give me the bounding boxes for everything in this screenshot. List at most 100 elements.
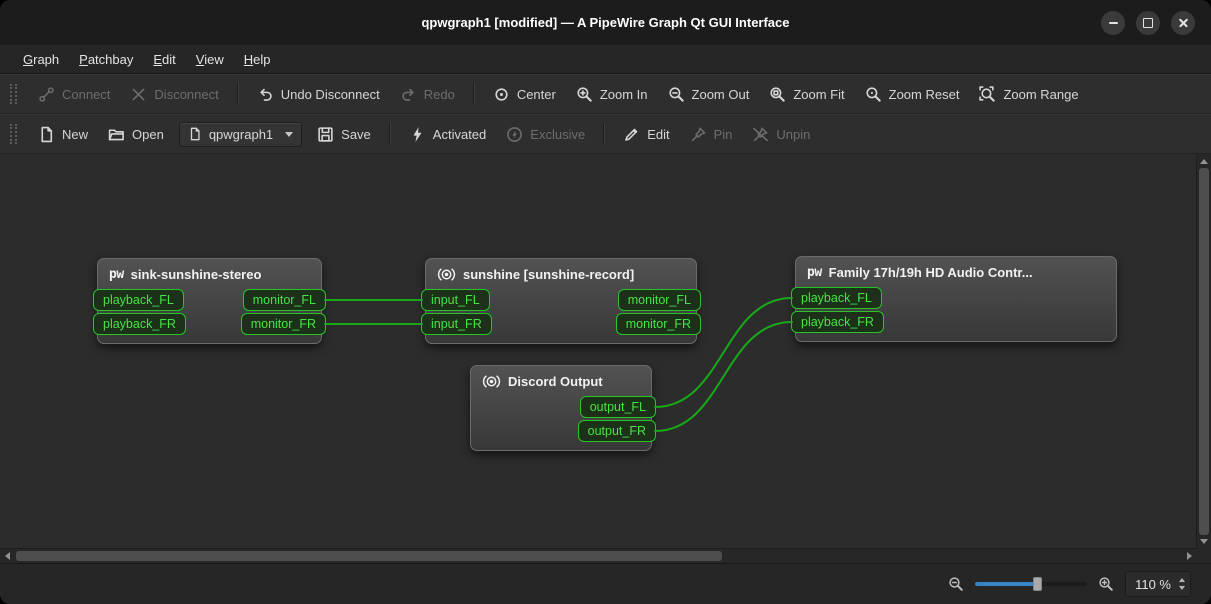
node-family-hd-audio[interactable]: pw Family 17h/19h HD Audio Contr... play… [791, 256, 1117, 342]
open-button[interactable]: Open [99, 120, 173, 149]
graph-toolbar: Connect Disconnect Undo Disconnect Redo … [0, 74, 1211, 114]
node-title: sink-sunshine-stereo [130, 267, 262, 282]
scroll-down-icon[interactable] [1200, 539, 1208, 544]
port-input-fl[interactable]: input_FL [421, 289, 490, 311]
save-label: Save [341, 126, 371, 142]
maximize-icon [1143, 17, 1153, 28]
zoom-reset-label: Zoom Reset [888, 86, 960, 102]
center-label: Center [516, 86, 556, 102]
zoom-in-label: Zoom In [599, 86, 648, 102]
connect-label: Connect [62, 86, 111, 102]
pin-button[interactable]: Pin [681, 120, 742, 149]
disconnect-button[interactable]: Disconnect [121, 80, 227, 109]
save-button[interactable]: Save [308, 120, 380, 149]
zoom-fit-button[interactable]: Zoom Fit [760, 80, 853, 109]
file-icon [190, 127, 200, 141]
port-monitor-fr[interactable]: monitor_FR [615, 313, 701, 335]
toolbar-grip[interactable] [10, 124, 17, 144]
connect-button[interactable]: Connect [29, 80, 119, 109]
activated-button[interactable]: Activated [400, 120, 495, 149]
zoom-out-label: Zoom Out [691, 86, 750, 102]
zoom-spinbox[interactable]: 110 % [1125, 571, 1191, 597]
menu-help[interactable]: Help [235, 48, 280, 71]
zoom-range-button[interactable]: Zoom Range [970, 80, 1087, 109]
port-monitor-fl[interactable]: monitor_FL [617, 289, 701, 311]
patchbay-file-name: qpwgraph1 [208, 126, 274, 142]
zoom-range-label: Zoom Range [1003, 86, 1079, 102]
patchbay-file-combo[interactable]: qpwgraph1 [178, 121, 303, 147]
open-folder-icon [108, 128, 124, 140]
port-monitor-fr[interactable]: monitor_FR [240, 313, 326, 335]
undo-disconnect-button[interactable]: Undo Disconnect [248, 80, 389, 109]
menu-edit[interactable]: Edit [144, 48, 184, 71]
connection-wires [324, 297, 793, 432]
vertical-scrollbar[interactable] [1196, 154, 1211, 549]
zoom-slider-fill [975, 582, 1037, 586]
unpin-button[interactable]: Unpin [743, 120, 819, 149]
title-bar: qpwgraph1 [modified] — A PipeWire Graph … [0, 0, 1211, 45]
horizontal-scrollbar[interactable] [0, 548, 1197, 563]
menu-patchbay[interactable]: Patchbay [70, 48, 142, 71]
spin-down-icon[interactable] [1179, 586, 1185, 590]
zoom-slider-thumb[interactable] [1032, 577, 1042, 591]
exclusive-button[interactable]: Exclusive [497, 120, 594, 149]
pin-label: Pin [713, 126, 733, 142]
port-input-fr[interactable]: input_FR [421, 313, 492, 335]
undo-icon [260, 88, 272, 101]
menu-graph[interactable]: Graph [14, 48, 68, 71]
close-button[interactable] [1171, 10, 1195, 35]
zoom-fit-icon [770, 86, 786, 102]
port-output-fr[interactable]: output_FR [577, 420, 656, 442]
chevron-down-icon [285, 131, 294, 137]
exclusive-label: Exclusive [530, 126, 586, 142]
minimize-button[interactable] [1101, 10, 1125, 35]
monitor-icon [482, 375, 501, 388]
zoom-in-button[interactable]: Zoom In [567, 80, 657, 109]
pencil-icon [625, 128, 638, 141]
port-monitor-fl[interactable]: monitor_FL [242, 289, 326, 311]
node-sink-sunshine-stereo[interactable]: pw sink-sunshine-stereo playback_FL moni… [93, 258, 326, 344]
zoom-out-icon [668, 86, 684, 102]
zoom-in-icon[interactable] [1098, 576, 1114, 592]
port-playback-fl[interactable]: playback_FL [791, 287, 882, 309]
new-button[interactable]: New [29, 120, 97, 149]
scroll-right-icon[interactable] [1187, 552, 1192, 560]
horizontal-scroll-thumb[interactable] [16, 551, 723, 561]
port-output-fl[interactable]: output_FL [579, 396, 656, 418]
zoom-out-button[interactable]: Zoom Out [659, 80, 759, 109]
zoom-in-icon [577, 86, 592, 102]
zoom-reset-button[interactable]: Zoom Reset [856, 80, 969, 109]
toolbar-separator [236, 83, 239, 105]
exclusive-icon [507, 126, 523, 142]
app-window: qpwgraph1 [modified] — A PipeWire Graph … [0, 0, 1211, 604]
zoom-range-icon [979, 85, 996, 102]
scroll-up-icon[interactable] [1200, 159, 1208, 164]
center-button[interactable]: Center [484, 80, 565, 109]
node-sunshine-record[interactable]: sunshine [sunshine-record] input_FL moni… [421, 258, 701, 344]
node-discord-output[interactable]: Discord Output output_FL output_FR [470, 365, 656, 451]
menu-view[interactable]: View [187, 48, 233, 71]
node-header: Discord Output [471, 371, 651, 395]
redo-icon [402, 88, 414, 101]
vertical-scroll-thumb[interactable] [1199, 168, 1209, 535]
node-title: sunshine [sunshine-record] [463, 267, 635, 282]
toolbar-separator [603, 123, 606, 145]
maximize-button[interactable] [1136, 10, 1160, 35]
zoom-slider[interactable] [975, 575, 1088, 593]
spin-up-icon[interactable] [1179, 578, 1185, 582]
scroll-left-icon[interactable] [5, 552, 10, 560]
port-playback-fl[interactable]: playback_FL [93, 289, 184, 311]
zoom-value: 110 % [1135, 576, 1171, 592]
edit-button[interactable]: Edit [614, 120, 678, 149]
open-label: Open [132, 126, 164, 142]
zoom-out-icon[interactable] [948, 576, 964, 592]
zoom-slider-track [975, 582, 1088, 586]
patchbay-toolbar: New Open qpwgraph1 Save Activated Exclus… [0, 114, 1211, 154]
port-playback-fr[interactable]: playback_FR [93, 313, 186, 335]
graph-canvas[interactable]: pw sink-sunshine-stereo playback_FL moni… [0, 154, 1211, 563]
port-playback-fr[interactable]: playback_FR [791, 311, 884, 333]
unpin-label: Unpin [776, 126, 811, 142]
scrollbar-corner [1197, 549, 1211, 563]
toolbar-grip[interactable] [10, 84, 17, 104]
redo-button[interactable]: Redo [391, 80, 464, 109]
